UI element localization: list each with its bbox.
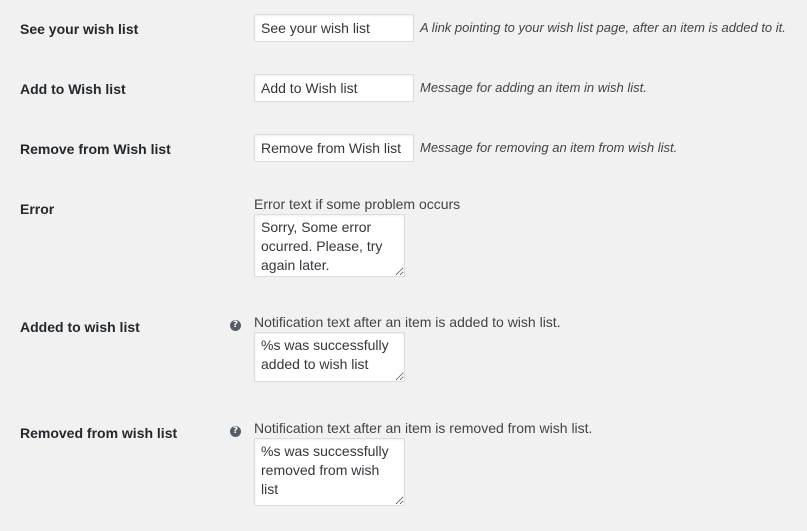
error-description: Error text if some problem occurs (254, 196, 461, 212)
see-wishlist-label: See your wish list (20, 21, 139, 37)
added-to-wishlist-label: Added to wish list (20, 319, 140, 335)
added-to-wishlist-textarea[interactable]: %s was successfully added to wish list (254, 332, 405, 382)
remove-from-wishlist-description: Message for removing an item from wish l… (420, 140, 678, 155)
see-wishlist-description: A link pointing to your wish list page, … (420, 20, 786, 35)
removed-from-wishlist-label: Removed from wish list (20, 425, 178, 441)
see-wishlist-input[interactable] (254, 14, 414, 42)
question-circle-icon[interactable]: ? (230, 320, 241, 331)
error-textarea[interactable]: Sorry, Some error ocurred. Please, try a… (254, 214, 405, 277)
error-label: Error (20, 201, 55, 217)
question-circle-icon[interactable]: ? (230, 426, 241, 437)
removed-from-wishlist-description: Notification text after an item is remov… (254, 420, 593, 436)
remove-from-wishlist-label: Remove from Wish list (20, 141, 171, 157)
add-to-wishlist-description: Message for adding an item in wish list. (420, 80, 647, 95)
remove-from-wishlist-input[interactable] (254, 134, 414, 162)
removed-from-wishlist-textarea[interactable]: %s was successfully removed from wish li… (254, 438, 405, 506)
add-to-wishlist-input[interactable] (254, 74, 414, 102)
add-to-wishlist-label: Add to Wish list (20, 81, 126, 97)
added-to-wishlist-description: Notification text after an item is added… (254, 314, 561, 330)
